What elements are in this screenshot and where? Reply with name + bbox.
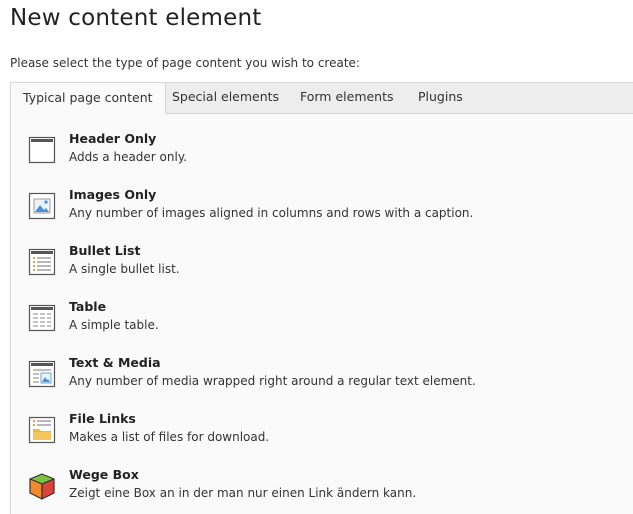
element-description: A single bullet list. — [69, 262, 180, 276]
element-bullet-list[interactable]: Bullet List A single bullet list. — [11, 242, 631, 292]
tab-plugins[interactable]: Plugins — [406, 82, 475, 114]
text-media-icon — [28, 360, 56, 388]
tab-form-elements[interactable]: Form elements — [288, 82, 406, 114]
element-text-media[interactable]: Text & Media Any number of media wrapped… — [11, 354, 631, 404]
cube-icon — [29, 473, 55, 500]
page-title: New content element — [10, 5, 262, 31]
image-icon — [28, 192, 56, 220]
intro-text: Please select the type of page content y… — [10, 56, 360, 70]
header-icon — [28, 136, 56, 164]
element-description: Any number of images aligned in columns … — [69, 206, 474, 220]
element-wege-box[interactable]: Wege Box Zeigt eine Box an in der man nu… — [11, 466, 631, 514]
tab-typical-page-content[interactable]: Typical page content — [10, 82, 166, 115]
element-title: Wege Box — [69, 467, 139, 482]
element-title: Images Only — [69, 187, 157, 202]
tab-bar: Typical page content Special elements Fo… — [10, 82, 633, 115]
element-title: Header Only — [69, 131, 157, 146]
element-description: Any number of media wrapped right around… — [69, 374, 476, 388]
element-description: Makes a list of files for download. — [69, 430, 270, 444]
element-title: File Links — [69, 411, 136, 426]
element-title: Text & Media — [69, 355, 161, 370]
element-description: Zeigt eine Box an in der man nur einen L… — [69, 486, 417, 500]
content-element-panel: Header Only Adds a header only. Images O… — [10, 114, 633, 514]
element-images-only[interactable]: Images Only Any number of images aligned… — [11, 186, 631, 236]
element-title: Bullet List — [69, 243, 141, 258]
tab-special-elements[interactable]: Special elements — [160, 82, 291, 114]
element-table[interactable]: Table A simple table. — [11, 298, 631, 348]
element-header-only[interactable]: Header Only Adds a header only. — [11, 130, 631, 180]
element-description: Adds a header only. — [69, 150, 188, 164]
element-description: A simple table. — [69, 318, 159, 332]
bullet-list-icon — [28, 248, 56, 276]
table-icon — [28, 304, 56, 332]
file-links-icon — [28, 416, 56, 444]
element-title: Table — [69, 299, 107, 314]
element-file-links[interactable]: File Links Makes a list of files for dow… — [11, 410, 631, 460]
